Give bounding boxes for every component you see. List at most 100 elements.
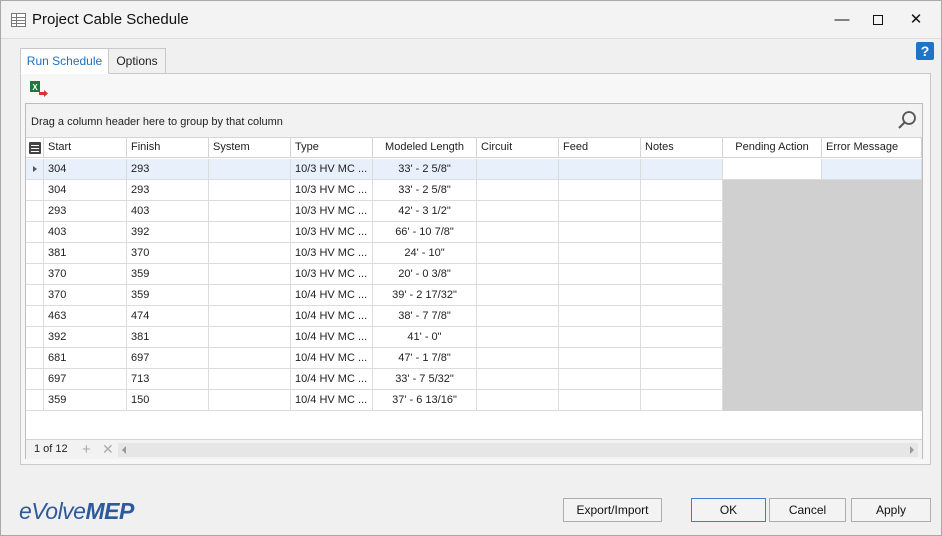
row-indicator[interactable] <box>26 222 44 243</box>
cell-start[interactable]: 463 <box>44 306 127 327</box>
tab-run-schedule[interactable]: Run Schedule <box>20 48 109 74</box>
cell-notes[interactable] <box>641 306 723 327</box>
cell-type[interactable]: 10/3 HV MC ... <box>291 222 373 243</box>
cell-finish[interactable]: 293 <box>127 180 209 201</box>
cell-notes[interactable] <box>641 243 723 264</box>
cell-system[interactable] <box>209 201 291 222</box>
cell-circuit[interactable] <box>477 243 559 264</box>
column-header-circuit[interactable]: Circuit <box>477 138 559 158</box>
column-header-finish[interactable]: Finish <box>127 138 209 158</box>
cell-finish[interactable]: 392 <box>127 222 209 243</box>
cell-type[interactable]: 10/4 HV MC ... <box>291 327 373 348</box>
cell-circuit[interactable] <box>477 369 559 390</box>
cell-type[interactable]: 10/4 HV MC ... <box>291 369 373 390</box>
cell-feed[interactable] <box>559 306 641 327</box>
cell-notes[interactable] <box>641 369 723 390</box>
cell-circuit[interactable] <box>477 201 559 222</box>
cell-circuit[interactable] <box>477 327 559 348</box>
cell-start[interactable]: 370 <box>44 264 127 285</box>
row-indicator[interactable] <box>26 180 44 201</box>
ok-button[interactable]: OK <box>691 498 766 522</box>
cell-system[interactable] <box>209 222 291 243</box>
column-header-modeled-length[interactable]: Modeled Length <box>373 138 477 158</box>
maximize-button[interactable] <box>859 1 897 39</box>
cell-modeled-length[interactable]: 66' - 10 7/8" <box>373 222 477 243</box>
cell-system[interactable] <box>209 348 291 369</box>
cell-modeled-length[interactable]: 33' - 2 5/8" <box>373 159 477 180</box>
cell-feed[interactable] <box>559 180 641 201</box>
apply-button[interactable]: Apply <box>851 498 931 522</box>
cell-finish[interactable]: 359 <box>127 285 209 306</box>
cell-modeled-length[interactable]: 38' - 7 7/8" <box>373 306 477 327</box>
cell-modeled-length[interactable]: 33' - 2 5/8" <box>373 180 477 201</box>
group-by-panel[interactable]: Drag a column header here to group by th… <box>26 104 922 138</box>
cell-finish[interactable]: 474 <box>127 306 209 327</box>
column-header-start[interactable]: Start <box>44 138 127 158</box>
cell-type[interactable]: 10/3 HV MC ... <box>291 180 373 201</box>
cell-circuit[interactable] <box>477 159 559 180</box>
horizontal-scrollbar[interactable] <box>118 443 918 457</box>
cell-type[interactable]: 10/3 HV MC ... <box>291 264 373 285</box>
table-row[interactable]: 304 293 10/3 HV MC ... 33' - 2 5/8" <box>26 159 922 180</box>
cell-notes[interactable] <box>641 180 723 201</box>
cell-modeled-length[interactable]: 37' - 6 13/16" <box>373 390 477 411</box>
cell-type[interactable]: 10/3 HV MC ... <box>291 159 373 180</box>
column-chooser[interactable] <box>26 138 44 158</box>
cell-circuit[interactable] <box>477 348 559 369</box>
column-header-notes[interactable]: Notes <box>641 138 723 158</box>
row-indicator[interactable] <box>26 243 44 264</box>
cell-system[interactable] <box>209 159 291 180</box>
cell-finish[interactable]: 713 <box>127 369 209 390</box>
cell-error-message[interactable] <box>822 159 922 180</box>
cell-finish[interactable]: 150 <box>127 390 209 411</box>
search-icon[interactable] <box>896 110 918 132</box>
cell-start[interactable]: 304 <box>44 159 127 180</box>
cell-circuit[interactable] <box>477 264 559 285</box>
cell-circuit[interactable] <box>477 390 559 411</box>
minimize-button[interactable]: — <box>823 1 861 39</box>
cell-type[interactable]: 10/4 HV MC ... <box>291 306 373 327</box>
cell-start[interactable]: 392 <box>44 327 127 348</box>
cell-type[interactable]: 10/4 HV MC ... <box>291 390 373 411</box>
row-indicator[interactable] <box>26 285 44 306</box>
row-indicator[interactable] <box>26 201 44 222</box>
cell-system[interactable] <box>209 306 291 327</box>
cell-notes[interactable] <box>641 264 723 285</box>
cell-feed[interactable] <box>559 369 641 390</box>
cell-finish[interactable]: 370 <box>127 243 209 264</box>
help-button[interactable]: ? <box>916 42 934 60</box>
cell-modeled-length[interactable]: 47' - 1 7/8" <box>373 348 477 369</box>
cell-type[interactable]: 10/3 HV MC ... <box>291 201 373 222</box>
cell-type[interactable]: 10/3 HV MC ... <box>291 243 373 264</box>
column-header-feed[interactable]: Feed <box>559 138 641 158</box>
row-indicator[interactable] <box>26 264 44 285</box>
delete-record-icon[interactable]: ✕ <box>102 441 114 458</box>
cell-notes[interactable] <box>641 285 723 306</box>
column-header-pending-action[interactable]: Pending Action <box>723 138 822 158</box>
cell-modeled-length[interactable]: 33' - 7 5/32" <box>373 369 477 390</box>
cell-circuit[interactable] <box>477 180 559 201</box>
cell-system[interactable] <box>209 180 291 201</box>
cell-notes[interactable] <box>641 222 723 243</box>
cell-system[interactable] <box>209 369 291 390</box>
cell-finish[interactable]: 403 <box>127 201 209 222</box>
cell-start[interactable]: 359 <box>44 390 127 411</box>
scroll-right-icon[interactable] <box>910 446 914 454</box>
cell-system[interactable] <box>209 390 291 411</box>
cell-feed[interactable] <box>559 327 641 348</box>
cell-notes[interactable] <box>641 390 723 411</box>
column-header-error-message[interactable]: Error Message <box>822 138 922 158</box>
column-header-type[interactable]: Type <box>291 138 373 158</box>
cell-start[interactable]: 697 <box>44 369 127 390</box>
cell-start[interactable]: 293 <box>44 201 127 222</box>
cell-system[interactable] <box>209 264 291 285</box>
cell-notes[interactable] <box>641 201 723 222</box>
export-import-button[interactable]: Export/Import <box>563 498 662 522</box>
cell-feed[interactable] <box>559 243 641 264</box>
row-indicator[interactable] <box>26 306 44 327</box>
row-indicator[interactable] <box>26 369 44 390</box>
cell-feed[interactable] <box>559 264 641 285</box>
cell-type[interactable]: 10/4 HV MC ... <box>291 348 373 369</box>
cell-finish[interactable]: 359 <box>127 264 209 285</box>
cell-modeled-length[interactable]: 39' - 2 17/32" <box>373 285 477 306</box>
